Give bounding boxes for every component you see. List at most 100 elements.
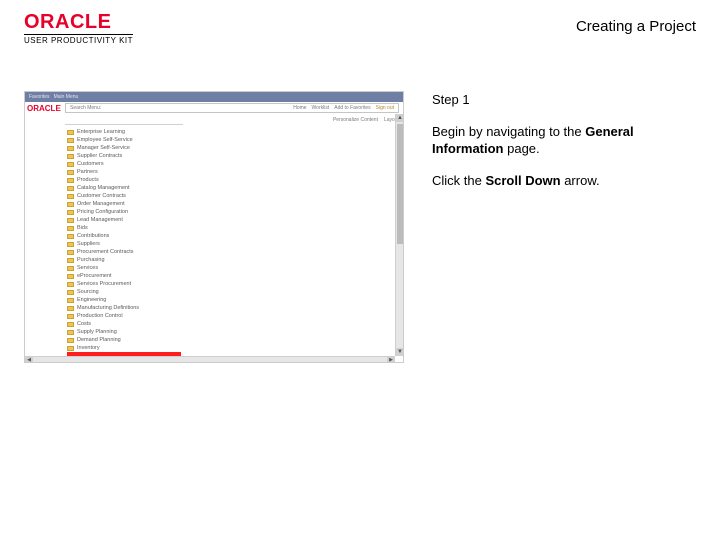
- nav-tree-item[interactable]: Contributions: [67, 232, 183, 240]
- nav-tree-item[interactable]: Products: [67, 176, 183, 184]
- nav-tree-item-label: Lead Management: [77, 217, 123, 223]
- scroll-down-arrow-icon[interactable]: ▼: [396, 348, 404, 356]
- bold-text: Scroll Down: [485, 173, 560, 188]
- nav-tree-item[interactable]: Enterprise Learning: [67, 128, 183, 136]
- nav-tree-item-label: Suppliers: [77, 241, 100, 247]
- nav-tree-item[interactable]: Order Management: [67, 200, 183, 208]
- nav-tree-item-label: Costs: [77, 321, 91, 327]
- nav-tree-item[interactable]: Services: [67, 264, 183, 272]
- nav-tree-item[interactable]: Manager Self-Service: [67, 144, 183, 152]
- shot-window-titlebar: Favorites Main Menu: [25, 92, 403, 102]
- folder-icon: [67, 258, 74, 263]
- shot-link-fav[interactable]: Add to Favorites: [334, 105, 370, 111]
- folder-icon: [67, 298, 74, 303]
- nav-tree-item-label: Catalog Management: [77, 185, 130, 191]
- nav-tree-item[interactable]: Engineering: [67, 296, 183, 304]
- nav-tree-item-label: Production Control: [77, 313, 123, 319]
- nav-tree-item-label: Supply Planning: [77, 329, 117, 335]
- folder-icon: [67, 346, 74, 351]
- nav-tree-item[interactable]: Pricing Configuration: [67, 208, 183, 216]
- nav-tree-item[interactable]: Costs: [67, 320, 183, 328]
- folder-icon: [67, 330, 74, 335]
- nav-tree-item[interactable]: Bids: [67, 224, 183, 232]
- nav-tree-item-label: Sourcing: [77, 289, 99, 295]
- folder-icon: [67, 178, 74, 183]
- shot-link-home[interactable]: Home: [293, 105, 306, 111]
- nav-tree-item-label: Services Procurement: [77, 281, 131, 287]
- shot-search-label: Search Menu:: [70, 105, 101, 111]
- nav-tree-item[interactable]: Sourcing: [67, 288, 183, 296]
- nav-tree-item[interactable]: Supplier Contracts: [67, 152, 183, 160]
- instruction-line-2: Click the Scroll Down arrow.: [432, 172, 696, 190]
- nav-tree-item-label: Customers: [77, 161, 104, 167]
- nav-tree-item[interactable]: Suppliers: [67, 240, 183, 248]
- nav-tree-item[interactable]: Catalog Management: [67, 184, 183, 192]
- instruction-line-1: Begin by navigating to the General Infor…: [432, 123, 696, 158]
- nav-tree-item[interactable]: Production Control: [67, 312, 183, 320]
- nav-tree-item-label: Employee Self-Service: [77, 137, 133, 143]
- folder-icon: [67, 154, 74, 159]
- shot-nav-tree: Enterprise Learning Employee Self-Service…: [67, 128, 183, 363]
- nav-tree-item[interactable]: Demand Planning: [67, 336, 183, 344]
- folder-icon: [67, 242, 74, 247]
- nav-tree-item-label: Bids: [77, 225, 88, 231]
- shot-personalize[interactable]: Personalize Content: [333, 117, 378, 123]
- nav-tree-item-label: eProcurement: [77, 273, 112, 279]
- folder-icon: [67, 226, 74, 231]
- shot-content-area: [185, 126, 393, 354]
- nav-tree-item-label: Inventory: [77, 345, 100, 351]
- hscroll-left-arrow-icon[interactable]: ◀: [25, 357, 33, 363]
- shot-topbar-item: Main Menu: [54, 94, 79, 100]
- folder-icon: [67, 138, 74, 143]
- shot-link-signout[interactable]: Sign out: [376, 105, 394, 111]
- shot-divider: [65, 124, 183, 125]
- nav-tree-item-label: Services: [77, 265, 98, 271]
- folder-icon: [67, 162, 74, 167]
- folder-icon: [67, 170, 74, 175]
- instruction-panel: Step 1 Begin by navigating to the Genera…: [432, 91, 696, 363]
- text: arrow.: [561, 173, 600, 188]
- text: Begin by navigating to the: [432, 124, 585, 139]
- nav-tree-item-label: Enterprise Learning: [77, 129, 125, 135]
- folder-icon: [67, 306, 74, 311]
- nav-tree-item[interactable]: Lead Management: [67, 216, 183, 224]
- folder-icon: [67, 290, 74, 295]
- nav-tree-item[interactable]: Customer Contracts: [67, 192, 183, 200]
- nav-tree-item[interactable]: eProcurement: [67, 272, 183, 280]
- folder-icon: [67, 314, 74, 319]
- shot-horizontal-scrollbar: ◀ ▶: [25, 356, 395, 362]
- shot-link-worklist[interactable]: Worklist: [312, 105, 330, 111]
- folder-icon: [67, 250, 74, 255]
- folder-icon: [67, 234, 74, 239]
- nav-tree-item[interactable]: Inventory: [67, 344, 183, 352]
- hscroll-right-arrow-icon[interactable]: ▶: [387, 357, 395, 363]
- nav-tree-item-label: Partners: [77, 169, 98, 175]
- shot-row2: Personalize Content Layout: [65, 116, 399, 124]
- nav-tree-item[interactable]: Customers: [67, 160, 183, 168]
- nav-tree-item-label: Pricing Configuration: [77, 209, 128, 215]
- nav-tree-item[interactable]: Manufacturing Definitions: [67, 304, 183, 312]
- nav-tree-item[interactable]: Employee Self-Service: [67, 136, 183, 144]
- scroll-thumb[interactable]: [397, 124, 403, 244]
- nav-tree-item[interactable]: Supply Planning: [67, 328, 183, 336]
- nav-tree-item-label: Manufacturing Definitions: [77, 305, 139, 311]
- shot-topbar-item: Favorites: [29, 94, 50, 100]
- folder-icon: [67, 194, 74, 199]
- oracle-logo: ORACLE: [24, 12, 133, 32]
- shot-oracle-logo: ORACLE: [27, 104, 61, 113]
- nav-tree-item[interactable]: Purchasing: [67, 256, 183, 264]
- folder-icon: [67, 210, 74, 215]
- nav-tree-item-label: Engineering: [77, 297, 106, 303]
- folder-icon: [67, 218, 74, 223]
- text: page.: [504, 141, 540, 156]
- folder-icon: [67, 130, 74, 135]
- folder-icon: [67, 146, 74, 151]
- nav-tree-item[interactable]: Procurement Contracts: [67, 248, 183, 256]
- nav-tree-item-label: Procurement Contracts: [77, 249, 134, 255]
- folder-icon: [67, 322, 74, 327]
- nav-tree-item-label: Supplier Contracts: [77, 153, 122, 159]
- nav-tree-item[interactable]: Services Procurement: [67, 280, 183, 288]
- brand-block: ORACLE USER PRODUCTIVITY KIT: [24, 12, 133, 45]
- nav-tree-item[interactable]: Partners: [67, 168, 183, 176]
- scroll-up-arrow-icon[interactable]: ▲: [396, 114, 404, 122]
